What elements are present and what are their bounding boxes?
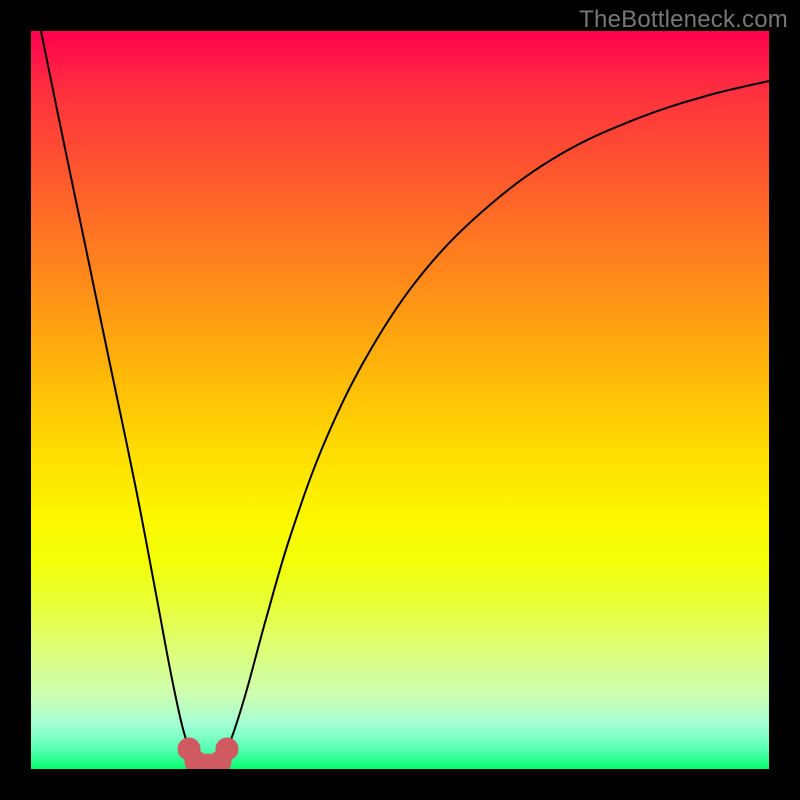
bottleneck-curve: [41, 31, 769, 768]
chart-frame: TheBottleneck.com: [0, 0, 800, 800]
chart-svg-layer: [31, 31, 769, 769]
watermark-text: TheBottleneck.com: [579, 6, 788, 34]
curve-minimum-markers: [178, 738, 239, 770]
curve-marker: [216, 738, 239, 761]
